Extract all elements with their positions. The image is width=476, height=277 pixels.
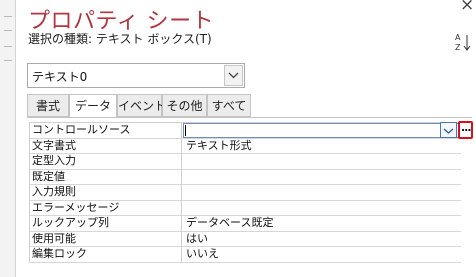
object-selector-value: テキスト0 xyxy=(32,70,88,84)
tab-divider xyxy=(27,117,472,118)
property-row[interactable]: 入力規則 xyxy=(30,185,461,201)
chevron-down-icon xyxy=(443,128,454,134)
property-row[interactable]: 文字書式 テキスト形式 xyxy=(30,138,461,154)
property-name: 定型入力 xyxy=(30,154,182,169)
property-name: コントロールソース xyxy=(30,123,182,138)
property-row[interactable]: エラーメッセージ xyxy=(30,200,461,216)
property-row[interactable]: ルックアップ列 データベース既定 xyxy=(30,216,461,232)
property-value[interactable] xyxy=(183,154,461,169)
property-value[interactable] xyxy=(183,201,461,216)
svg-text:Z: Z xyxy=(455,43,461,52)
sort-az-icon[interactable]: A Z xyxy=(455,32,471,52)
strip-mark xyxy=(4,30,12,31)
property-row[interactable]: 使用可能 はい xyxy=(30,231,461,247)
property-name: エラーメッセージ xyxy=(30,200,182,215)
property-value[interactable] xyxy=(183,185,461,200)
property-name: 文字書式 xyxy=(30,138,182,153)
tab-event[interactable]: イベント xyxy=(117,94,166,117)
builder-button[interactable]: ... xyxy=(458,121,473,139)
property-name: ルックアップ列 xyxy=(30,216,182,231)
tab-data[interactable]: データ xyxy=(69,94,117,118)
property-name: 編集ロック xyxy=(30,247,182,262)
close-icon[interactable]: × xyxy=(460,0,474,14)
selection-type-label: 選択の種類: テキスト ボックス(T) xyxy=(28,32,212,46)
object-selector-combo[interactable]: テキスト0 xyxy=(27,63,245,88)
property-value[interactable] xyxy=(183,170,461,185)
property-value[interactable]: テキスト形式 xyxy=(183,139,461,154)
tab-format[interactable]: 書式 xyxy=(27,94,69,117)
property-row[interactable]: 既定値 xyxy=(30,169,461,185)
property-name: 入力規則 xyxy=(30,185,182,200)
property-name: 使用可能 xyxy=(30,231,182,246)
strip-mark xyxy=(4,16,12,17)
strip-mark xyxy=(4,46,12,47)
svg-text:A: A xyxy=(455,33,461,42)
property-grid: コントロールソース 文字書式 テキスト形式 定型入力 既定値 入力規則 エラーメ… xyxy=(29,122,461,263)
combo-dropdown-button[interactable] xyxy=(224,65,243,86)
property-value[interactable]: いいえ xyxy=(183,247,461,262)
property-value-input[interactable] xyxy=(183,123,461,138)
property-row[interactable]: コントロールソース xyxy=(30,123,461,139)
property-row[interactable]: 編集ロック いいえ xyxy=(30,247,461,263)
tab-other[interactable]: その他 xyxy=(162,94,207,117)
strip-mark xyxy=(4,60,12,61)
property-value[interactable]: はい xyxy=(183,232,461,247)
property-value[interactable]: データベース既定 xyxy=(183,216,461,231)
property-row[interactable]: 定型入力 xyxy=(30,154,461,170)
control-source-dropdown-button[interactable] xyxy=(440,122,457,138)
tab-all[interactable]: すべて xyxy=(207,94,251,117)
left-panel-strip xyxy=(0,0,16,277)
property-name: 既定値 xyxy=(30,169,182,184)
text-caret xyxy=(185,125,186,136)
ellipsis-icon: ... xyxy=(461,121,472,134)
chevron-down-icon xyxy=(228,72,239,79)
